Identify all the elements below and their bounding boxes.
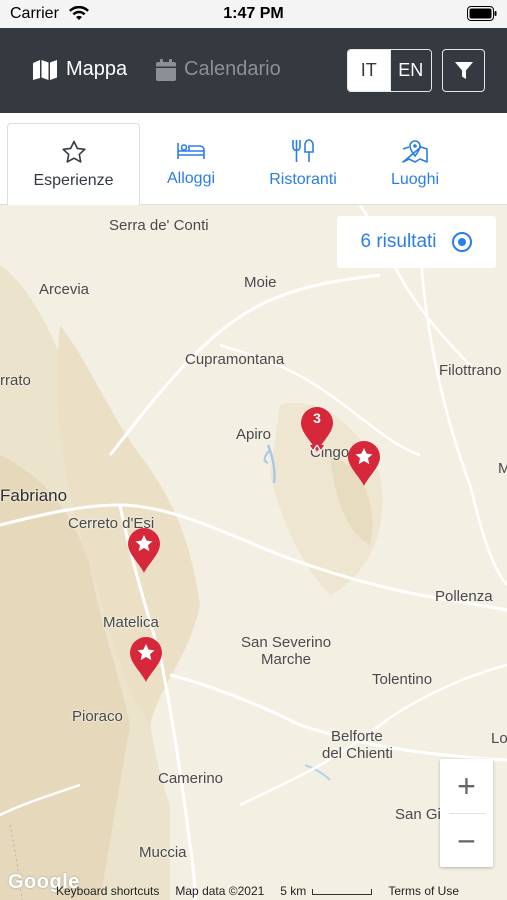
tab-alloggi-label: Alloggi (166, 170, 216, 187)
place-marche: Marche (261, 651, 312, 668)
star-pin-icon (128, 528, 160, 573)
tab-luoghi[interactable]: Luoghi (362, 123, 468, 205)
lang-en-button[interactable]: EN (389, 50, 431, 91)
zoom-controls: + − (440, 759, 493, 867)
tab-map-label: Mappa (66, 58, 128, 80)
experience-marker[interactable] (128, 635, 164, 683)
place-fabriano: Fabriano (0, 486, 68, 505)
status-bar: Carrier 1:47 PM (0, 0, 507, 28)
map-data-label: Map data ©2021 (175, 884, 265, 898)
bed-icon (177, 143, 205, 159)
locate-icon (451, 232, 472, 252)
map-pin-icon (402, 140, 428, 163)
place-m-edge: M (498, 460, 507, 477)
map-terrain (0, 205, 507, 900)
place-del-chienti: del Chienti (322, 745, 393, 762)
tab-alloggi[interactable]: Alloggi (140, 123, 242, 205)
results-count-button[interactable]: 6 risultati (337, 216, 496, 268)
place-arcevia: Arcevia (39, 281, 90, 298)
place-matelica: Matelica (103, 614, 159, 631)
place-lo-edge: Lo (491, 730, 507, 747)
tab-esperienze-label: Esperienze (33, 172, 114, 189)
place-filottrano: Filottrano (439, 362, 502, 379)
star-pin-icon (130, 637, 162, 682)
place-moie: Moie (244, 274, 277, 291)
utensils-icon (292, 139, 314, 162)
experience-marker[interactable] (346, 439, 382, 487)
results-count-label: 6 risultati (360, 231, 437, 252)
map-icon (33, 59, 57, 80)
category-tabs: Esperienze Alloggi Ristoranti Luoghi (0, 113, 507, 206)
tab-ristoranti-label: Ristoranti (269, 171, 337, 188)
scale-label: 5 km (280, 884, 373, 898)
status-time: 1:47 PM (223, 5, 284, 22)
tab-ristoranti[interactable]: Ristoranti (250, 123, 356, 205)
scale-text: 5 km (280, 884, 307, 898)
tab-calendar[interactable]: Calendario (156, 58, 281, 81)
map-view[interactable]: Serra de' Conti Arcevia Moie Cupramontan… (0, 205, 507, 900)
place-rrato: rrato (0, 372, 31, 389)
place-pioraco: Pioraco (72, 708, 123, 725)
cluster-count: 3 (313, 410, 321, 426)
tab-esperienze[interactable]: Esperienze (7, 123, 140, 206)
place-san-severino: San Severino (241, 634, 332, 651)
star-pin-icon (348, 441, 380, 486)
place-pollenza: Pollenza (435, 588, 493, 605)
calendar-icon (156, 58, 176, 81)
place-tolentino: Tolentino (372, 671, 433, 688)
filter-icon (454, 61, 473, 79)
place-apiro: Apiro (236, 426, 272, 443)
place-belforte: Belforte (331, 728, 383, 745)
language-toggle: IT EN (347, 49, 432, 92)
keyboard-shortcuts-link[interactable]: Keyboard shortcuts (56, 884, 159, 898)
place-cupramontana: Cupramontana (185, 351, 285, 368)
cluster-marker[interactable]: 3 (299, 405, 335, 453)
place-camerino: Camerino (158, 770, 224, 787)
place-serra-de-conti: Serra de' Conti (109, 217, 209, 234)
filter-button[interactable] (442, 49, 485, 92)
map-footer: Keyboard shortcuts Map data ©2021 5 km T… (46, 882, 507, 900)
lang-it-button[interactable]: IT (348, 50, 390, 91)
zoom-out-button[interactable]: − (440, 814, 493, 868)
terms-of-use-link[interactable]: Terms of Use (388, 884, 459, 898)
app-header: Mappa Calendario IT EN (0, 28, 507, 113)
zoom-in-button[interactable]: + (440, 759, 493, 813)
place-san-gi: San Gi (395, 806, 441, 823)
tab-map[interactable]: Mappa (32, 58, 127, 81)
battery-icon (467, 6, 497, 21)
scale-bar (312, 888, 373, 895)
tab-calendar-label: Calendario (184, 58, 281, 80)
place-muccia: Muccia (139, 844, 187, 861)
tab-luoghi-label: Luoghi (390, 171, 440, 188)
star-outline-icon (61, 140, 86, 163)
experience-marker[interactable] (126, 526, 162, 574)
